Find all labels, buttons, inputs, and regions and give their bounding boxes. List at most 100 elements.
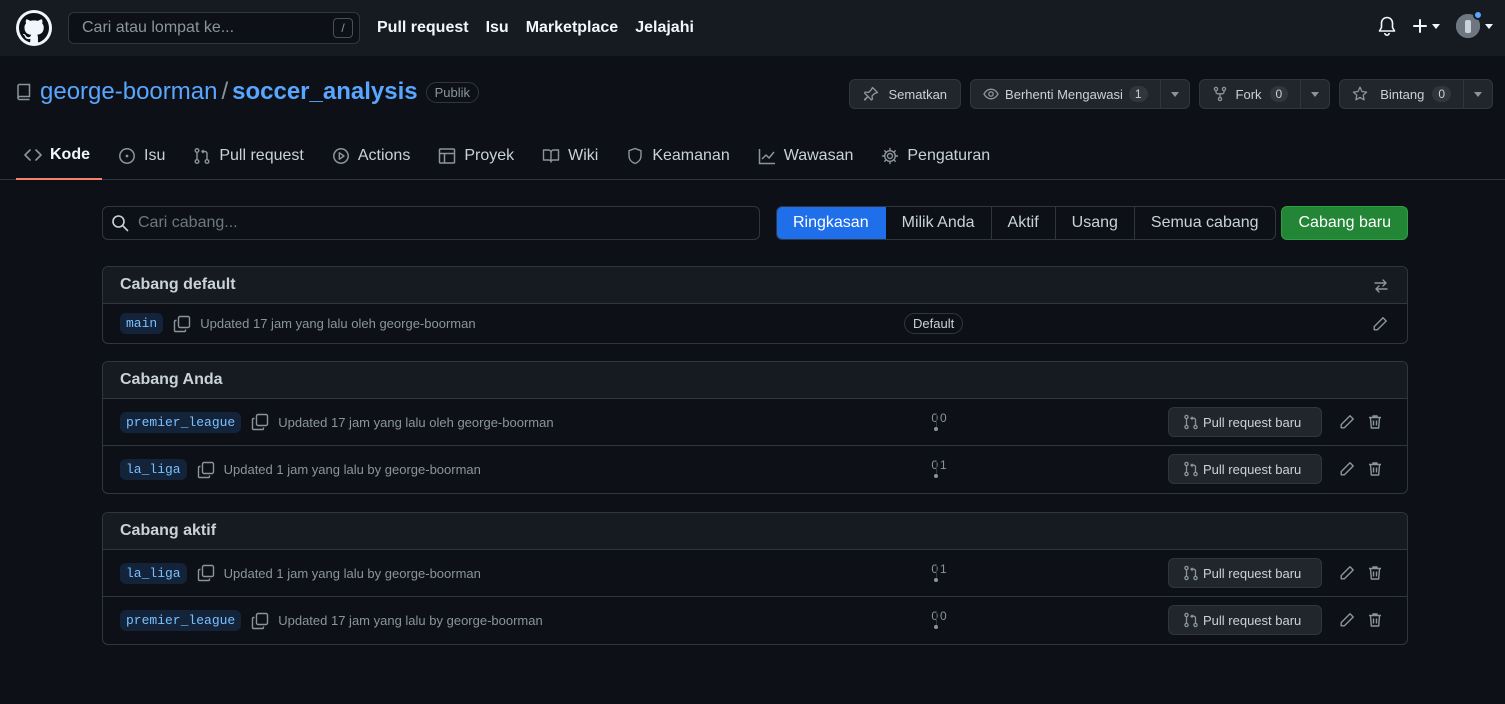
tab-code[interactable]: Kode	[16, 132, 102, 180]
watch-button[interactable]: Berhenti Mengawasi 1	[970, 79, 1161, 109]
tab-wiki-label: Wiki	[568, 147, 599, 164]
pull-request-icon	[193, 147, 211, 165]
book-icon	[542, 147, 560, 165]
trash-icon[interactable]	[1367, 414, 1383, 430]
ahead-behind-indicator: 0 0	[921, 609, 961, 633]
branch-row: la_liga Updated 1 jam yang lalu by georg…	[103, 550, 1407, 597]
segment-yours[interactable]: Milik Anda	[886, 207, 992, 239]
branch-row: premier_league Updated 17 jam yang lalu …	[103, 597, 1407, 644]
new-pull-request-button[interactable]: Pull request baru	[1168, 454, 1322, 484]
tab-projects-label: Proyek	[464, 147, 515, 164]
pencil-icon[interactable]	[1339, 414, 1355, 430]
tab-settings[interactable]: Pengaturan	[873, 132, 1002, 180]
code-icon	[24, 147, 42, 163]
ahead-behind-indicator: 0 1	[921, 458, 961, 482]
new-pull-request-button[interactable]: Pull request baru	[1168, 605, 1322, 635]
segment-all[interactable]: Semua cabang	[1135, 207, 1275, 239]
nav-issues[interactable]: Isu	[486, 19, 509, 37]
chevron-down-icon	[1485, 23, 1493, 29]
section-title: Cabang aktif	[120, 522, 217, 539]
copy-icon[interactable]	[251, 413, 269, 431]
ahead-count: 1	[940, 562, 947, 576]
nav-explore[interactable]: Jelajahi	[635, 19, 694, 37]
branch-updated-text: Updated 17 jam yang lalu oleh george-boo…	[200, 316, 476, 331]
tab-pull-requests[interactable]: Pull request	[185, 132, 316, 180]
ahead-count: 0	[940, 411, 947, 425]
branch-name-link[interactable]: la_liga	[120, 459, 187, 480]
gear-icon	[881, 147, 899, 165]
global-search-placeholder: Cari atau lompat ke...	[82, 19, 235, 36]
fork-icon	[1212, 86, 1228, 102]
copy-icon[interactable]	[197, 564, 215, 582]
pull-request-icon	[1183, 612, 1199, 628]
star-button[interactable]: Bintang 0	[1339, 79, 1464, 109]
branch-name-link[interactable]: main	[120, 313, 164, 334]
new-pull-request-button[interactable]: Pull request baru	[1168, 407, 1322, 437]
branch-search-input[interactable]: Cari cabang...	[102, 206, 760, 240]
segment-active[interactable]: Aktif	[992, 207, 1056, 239]
copy-icon[interactable]	[251, 612, 269, 630]
new-branch-button[interactable]: Cabang baru	[1281, 206, 1408, 240]
ahead-behind-dot	[934, 474, 938, 478]
plus-icon[interactable]	[1412, 18, 1440, 34]
pencil-icon[interactable]	[1372, 316, 1388, 332]
pencil-icon[interactable]	[1339, 565, 1355, 581]
star-split-button: Bintang 0	[1339, 79, 1493, 109]
fork-dropdown[interactable]	[1301, 79, 1331, 109]
watch-split-button: Berhenti Mengawasi 1	[970, 79, 1190, 109]
tab-insights[interactable]: Wawasan	[750, 132, 866, 180]
search-shortcut-key: /	[333, 18, 353, 38]
branch-row: premier_league Updated 17 jam yang lalu …	[103, 399, 1407, 446]
your-branches-box: Cabang Anda premier_league Updated 17 ja…	[102, 361, 1408, 494]
shield-icon	[626, 147, 644, 165]
pin-button[interactable]: Sematkan	[848, 79, 962, 109]
branch-name-link[interactable]: la_liga	[120, 562, 187, 584]
tab-projects[interactable]: Proyek	[430, 132, 526, 180]
branch-name-link[interactable]: premier_league	[120, 411, 242, 433]
switch-default-icon[interactable]	[1373, 278, 1389, 294]
branch-name-link[interactable]: premier_league	[120, 610, 242, 631]
new-pull-request-button[interactable]: Pull request baru	[1168, 558, 1322, 588]
fork-count: 0	[1269, 86, 1289, 102]
active-branches-box: Cabang aktif la_liga Updated 1 jam yang …	[102, 512, 1408, 645]
bell-icon[interactable]	[1378, 16, 1396, 36]
watch-dropdown[interactable]	[1160, 79, 1190, 109]
chevron-down-icon	[1474, 91, 1482, 97]
trash-icon[interactable]	[1367, 565, 1383, 581]
copy-icon[interactable]	[173, 315, 191, 333]
trash-icon[interactable]	[1367, 612, 1383, 628]
trash-icon[interactable]	[1367, 461, 1383, 477]
default-badge: Default	[904, 313, 964, 334]
nav-pull-requests[interactable]: Pull request	[377, 19, 469, 37]
segment-stale[interactable]: Usang	[1056, 207, 1135, 239]
branch-updated-text: Updated 1 jam yang lalu by george-boorma…	[223, 565, 481, 581]
pull-request-icon	[1183, 565, 1199, 581]
nav-marketplace[interactable]: Marketplace	[526, 19, 619, 37]
chevron-down-icon	[1311, 91, 1320, 97]
branch-search-placeholder: Cari cabang...	[138, 214, 238, 231]
play-icon	[332, 147, 350, 165]
star-dropdown[interactable]	[1464, 79, 1493, 109]
branch-row: main Updated 17 jam yang lalu oleh georg…	[103, 304, 1407, 343]
tab-issues[interactable]: Isu	[110, 132, 177, 180]
watch-count: 1	[1128, 86, 1148, 102]
pencil-icon[interactable]	[1339, 612, 1355, 628]
avatar-menu[interactable]	[1456, 10, 1493, 38]
github-logo-icon[interactable]	[16, 10, 52, 46]
repo-name-link[interactable]: soccer_analysis	[232, 78, 417, 106]
repo-owner-link[interactable]: george-boorman	[40, 78, 217, 106]
pin-label: Sematkan	[888, 86, 948, 102]
global-search-input[interactable]: Cari atau lompat ke... /	[68, 12, 360, 44]
pencil-icon[interactable]	[1339, 461, 1355, 477]
copy-icon[interactable]	[197, 461, 215, 479]
pin-icon	[863, 86, 879, 102]
segment-overview[interactable]: Ringkasan	[777, 207, 886, 239]
tab-actions[interactable]: Actions	[324, 132, 422, 180]
tab-security[interactable]: Keamanan	[618, 132, 741, 180]
fork-button[interactable]: Fork 0	[1198, 79, 1302, 109]
table-icon	[438, 147, 456, 165]
default-branch-header: Cabang default	[103, 267, 1407, 304]
repo-icon	[16, 83, 32, 101]
issue-icon	[118, 147, 136, 165]
tab-wiki[interactable]: Wiki	[534, 132, 610, 180]
